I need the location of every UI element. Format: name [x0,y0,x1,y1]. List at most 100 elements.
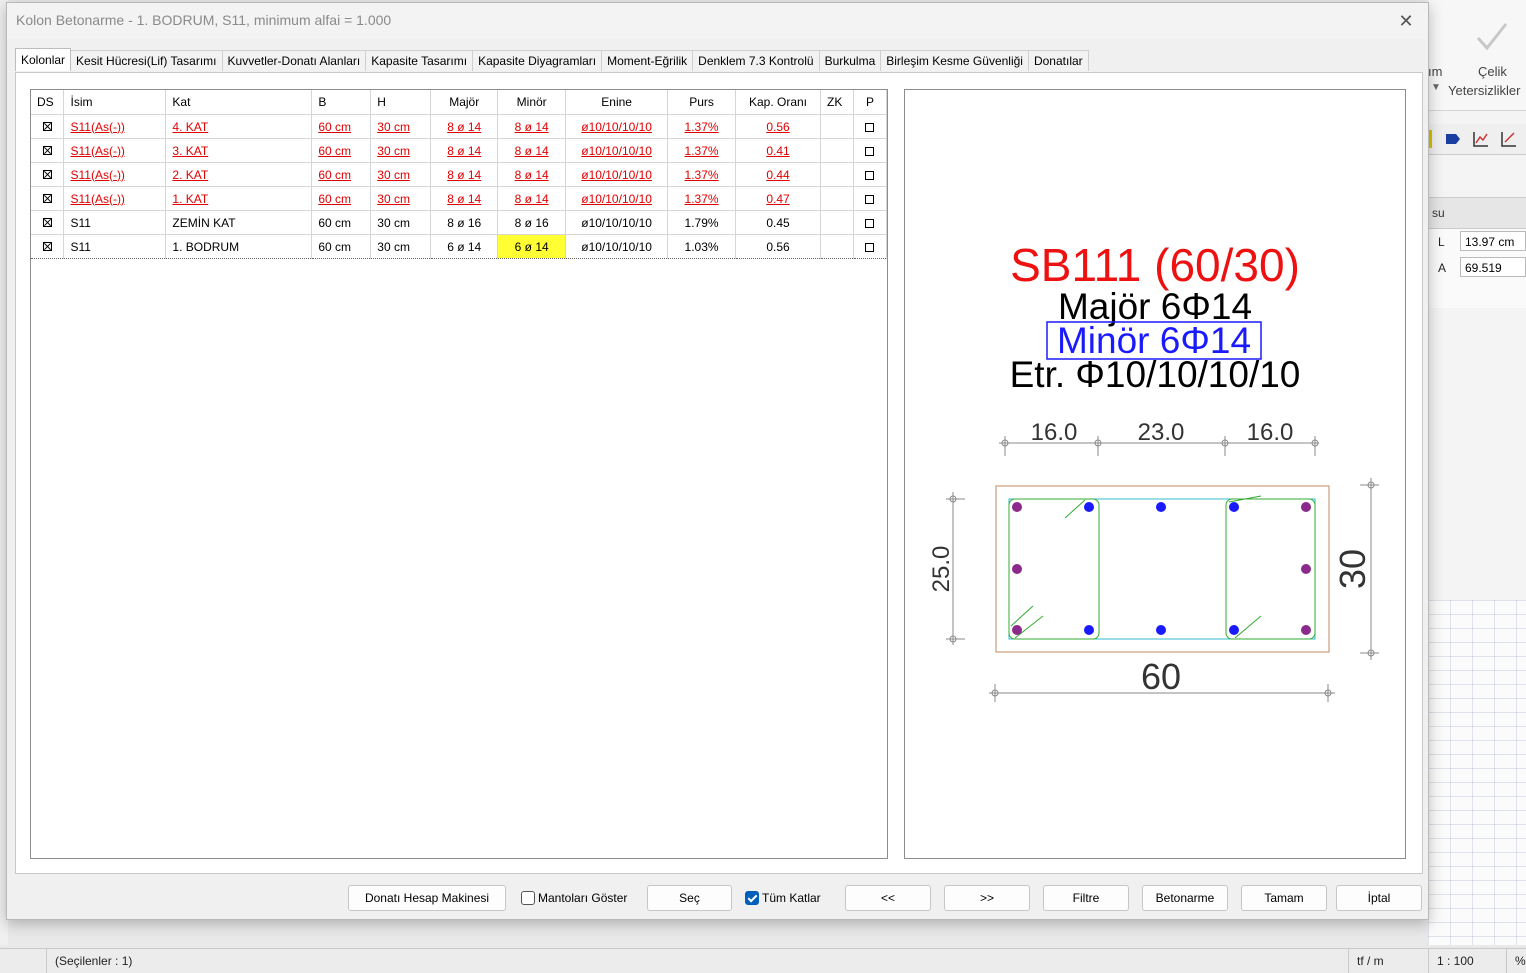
tab-kolonlar[interactable]: Kolonlar [15,48,72,71]
show-jackets-checkbox[interactable]: Mantoları Göster [521,889,627,907]
prop-value-a[interactable]: 69.519 [1460,257,1526,277]
table-row[interactable]: S11 ZEMİN KAT 60 cm 30 cm 8 ø 16 8 ø 16 … [31,210,888,235]
cell-minor[interactable]: 8 ø 14 [497,186,567,211]
cell-enine[interactable]: ø10/10/10/10 [565,234,669,259]
p-checkbox[interactable] [853,162,888,187]
previous-button[interactable]: << [845,885,931,911]
cell-major[interactable]: 8 ø 14 [430,162,499,187]
cell-isim[interactable]: S11(As(-)) [63,186,167,211]
cell-kat[interactable]: 1. KAT [165,186,313,211]
ds-checkbox[interactable] [31,114,65,139]
cell-kap-orani[interactable]: 0.44 [735,162,821,187]
cell-kap-orani[interactable]: 0.41 [735,138,821,163]
tab-kapasite-tasarimi[interactable]: Kapasite Tasarımı [365,50,474,71]
cell-purs[interactable]: 1.37% [667,186,737,211]
cell-purs[interactable]: 1.79% [667,210,737,235]
col-header-kap-orani[interactable]: Kap. Oranı [735,90,821,115]
cell-enine[interactable]: ø10/10/10/10 [565,138,669,163]
ds-checkbox[interactable] [31,138,65,163]
cell-b[interactable]: 60 cm [311,114,372,139]
table-row[interactable]: S11(As(-)) 1. KAT 60 cm 30 cm 8 ø 14 8 ø… [31,186,888,211]
tab-moment-egrilik[interactable]: Moment-Eğrilik [601,50,694,71]
ds-checkbox[interactable] [31,186,65,211]
cell-minor[interactable]: 8 ø 14 [497,114,567,139]
cell-h[interactable]: 30 cm [370,138,432,163]
cell-enine[interactable]: ø10/10/10/10 [565,186,669,211]
cell-kat[interactable]: 2. KAT [165,162,313,187]
tab-denklem-kontrolu[interactable]: Denklem 7.3 Kontrolü [692,50,820,71]
cell-zk[interactable] [820,210,854,235]
tab-donatilar[interactable]: Donatılar [1027,50,1089,71]
all-floors-checkbox[interactable]: Tüm Katlar [745,889,821,907]
table-row[interactable]: S11(As(-)) 3. KAT 60 cm 30 cm 8 ø 14 8 ø… [31,138,888,163]
cell-b[interactable]: 60 cm [311,210,372,235]
p-checkbox[interactable] [853,234,888,259]
p-checkbox[interactable] [853,114,888,139]
cell-h[interactable]: 30 cm [370,186,432,211]
cell-enine[interactable]: ø10/10/10/10 [565,210,669,235]
cell-minor[interactable]: 8 ø 14 [497,138,567,163]
cell-purs[interactable]: 1.37% [667,114,737,139]
donati-hesap-makinesi-button[interactable]: Donatı Hesap Makinesi [348,885,506,911]
col-header-h[interactable]: H [370,90,432,115]
cell-b[interactable]: 60 cm [311,162,372,187]
cell-kat[interactable]: 3. KAT [165,138,313,163]
tab-kesit-hucresi[interactable]: Kesit Hücresi(Lif) Tasarımı [70,50,223,71]
cell-enine[interactable]: ø10/10/10/10 [565,162,669,187]
col-header-ds[interactable]: DS [31,90,65,115]
cell-purs[interactable]: 1.37% [667,138,737,163]
col-header-enine[interactable]: Enine [565,90,669,115]
col-header-zk[interactable]: ZK [820,90,854,115]
col-header-major[interactable]: Majör [430,90,499,115]
cell-major[interactable]: 8 ø 14 [430,186,499,211]
cell-kat[interactable]: ZEMİN KAT [165,210,313,235]
col-header-p[interactable]: P [853,90,888,115]
cell-zk[interactable] [820,186,854,211]
ribbon-label-yetersizlikler[interactable]: Yetersizlikler [1448,83,1521,98]
col-header-purs[interactable]: Purs [667,90,737,115]
cell-kat[interactable]: 4. KAT [165,114,313,139]
cell-major[interactable]: 8 ø 16 [430,210,499,235]
ds-checkbox[interactable] [31,210,65,235]
tab-kuvvetler-donati[interactable]: Kuvvetler-Donatı Alanları [221,50,367,71]
status-units[interactable]: tf / m [1348,949,1429,973]
filtre-button[interactable]: Filtre [1043,885,1129,911]
col-header-isim[interactable]: İsim [63,90,167,115]
col-header-b[interactable]: B [311,90,372,115]
cell-major[interactable]: 6 ø 14 [430,234,499,259]
p-checkbox[interactable] [853,186,888,211]
ribbon-label-celik[interactable]: Çelik [1478,64,1507,79]
iptal-button[interactable]: İptal [1336,885,1422,911]
dropdown-arrow-icon[interactable]: ▼ [1431,82,1441,93]
tamam-button[interactable]: Tamam [1241,885,1327,911]
cell-isim[interactable]: S11 [63,234,167,259]
ds-checkbox[interactable] [31,234,65,259]
cell-major[interactable]: 8 ø 14 [430,138,499,163]
cell-isim[interactable]: S11(As(-)) [63,114,167,139]
cell-major[interactable]: 8 ø 14 [430,114,499,139]
sec-button[interactable]: Seç [647,885,732,911]
status-scale[interactable]: 1 : 100 [1428,949,1509,973]
cell-b[interactable]: 60 cm [311,138,372,163]
chart-icon[interactable] [1472,130,1490,148]
cell-zk[interactable] [820,234,854,259]
tag-icon[interactable] [1444,130,1462,148]
cell-minor[interactable]: 8 ø 16 [497,210,567,235]
cell-isim[interactable]: S11 [63,210,167,235]
tab-kapasite-diyagramlari[interactable]: Kapasite Diyagramları [472,50,603,71]
cell-purs[interactable]: 1.37% [667,162,737,187]
cell-h[interactable]: 30 cm [370,114,432,139]
cell-kap-orani[interactable]: 0.56 [735,114,821,139]
p-checkbox[interactable] [853,138,888,163]
cell-isim[interactable]: S11(As(-)) [63,138,167,163]
p-checkbox[interactable] [853,210,888,235]
cell-purs[interactable]: 1.03% [667,234,737,259]
cell-h[interactable]: 30 cm [370,234,432,259]
prop-value-l[interactable]: 13.97 cm [1460,231,1526,251]
next-button[interactable]: >> [944,885,1030,911]
tab-birlesim-kesme[interactable]: Birleşim Kesme Güvenliği [880,50,1029,71]
table-row[interactable]: S11(As(-)) 2. KAT 60 cm 30 cm 8 ø 14 8 ø… [31,162,888,187]
cell-zk[interactable] [820,114,854,139]
cell-b[interactable]: 60 cm [311,234,372,259]
cell-isim[interactable]: S11(As(-)) [63,162,167,187]
